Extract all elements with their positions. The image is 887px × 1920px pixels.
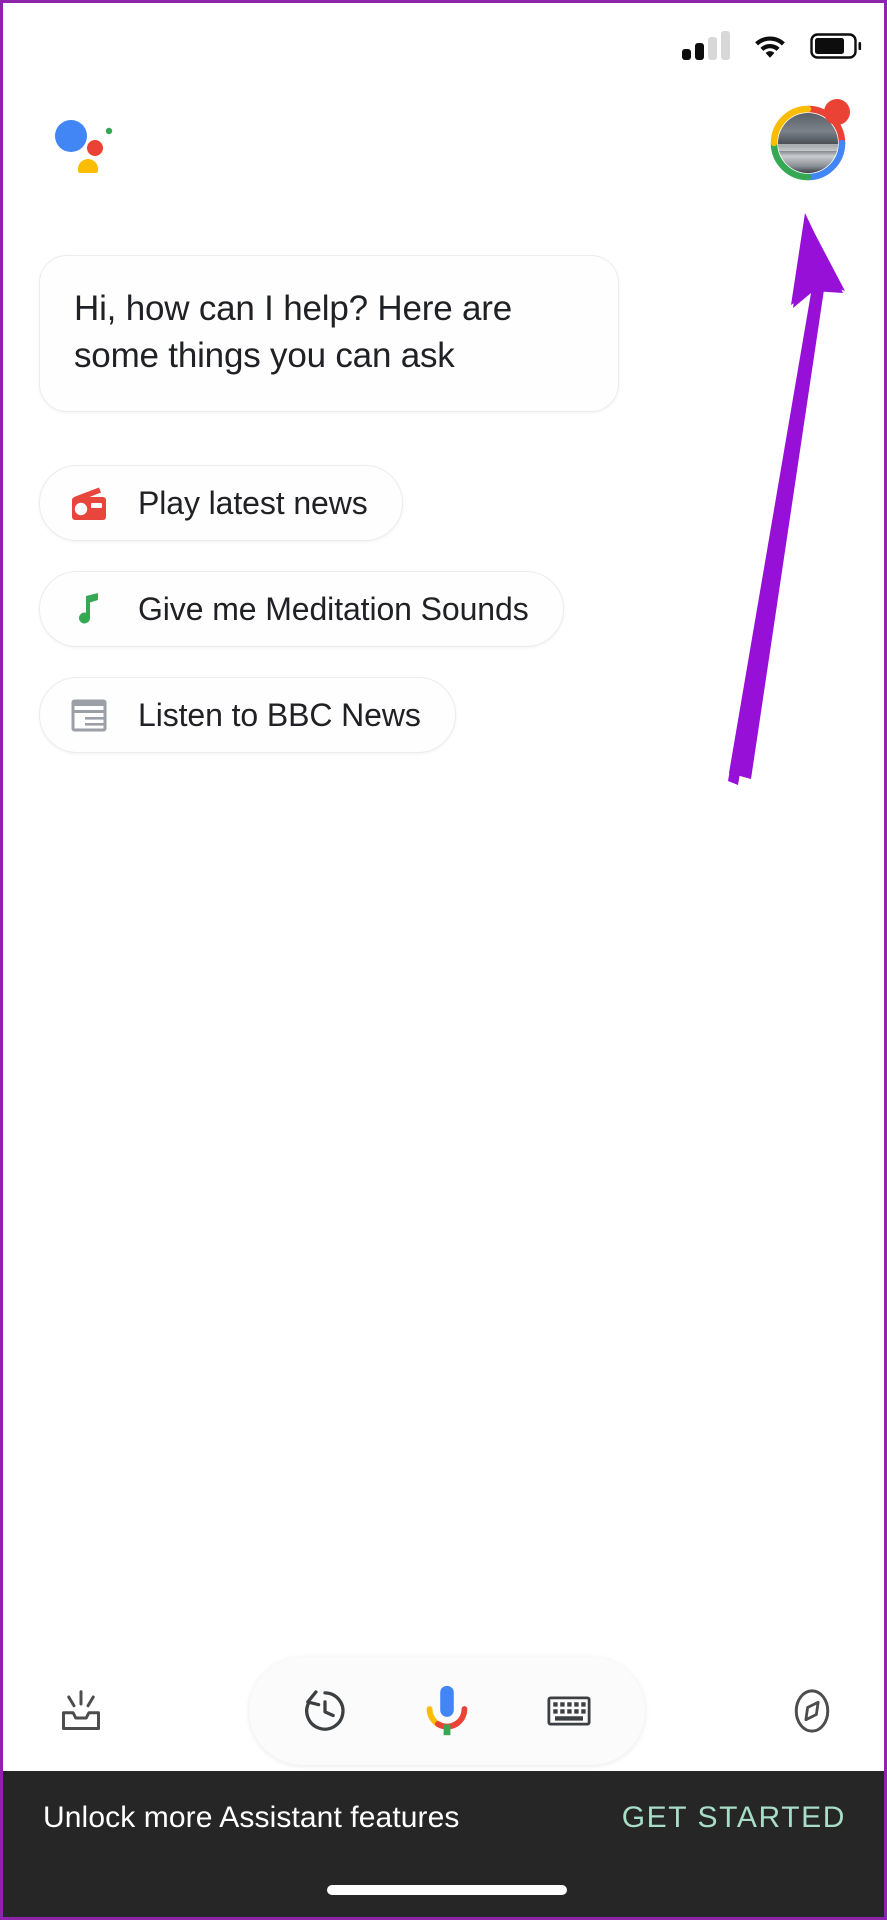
suggestion-chip-play-latest-news[interactable]: Play latest news <box>39 465 403 541</box>
history-clock-icon[interactable] <box>293 1679 357 1743</box>
explore-compass-icon[interactable] <box>780 1679 844 1743</box>
get-started-button[interactable]: GET STARTED <box>622 1801 846 1835</box>
bottom-toolbar <box>3 1651 884 1771</box>
snackbar-message: Unlock more Assistant features <box>43 1801 460 1834</box>
snapshot-inbox-icon[interactable] <box>49 1679 113 1743</box>
radio-icon <box>66 480 112 526</box>
suggestion-chip-label: Play latest news <box>138 484 368 521</box>
assistant-action-pill <box>248 1657 645 1765</box>
greeting-text: Hi, how can I help? Here are some things… <box>74 289 512 375</box>
battery-icon <box>810 33 862 59</box>
cellular-signal-icon <box>682 31 730 60</box>
profile-avatar[interactable] <box>768 99 854 185</box>
status-bar-icons <box>682 31 862 60</box>
suggestion-chip-listen-to-bbc-news[interactable]: Listen to BBC News <box>39 677 456 753</box>
keyboard-icon[interactable] <box>537 1679 601 1743</box>
greeting-card: Hi, how can I help? Here are some things… <box>39 255 619 413</box>
music-note-icon <box>66 586 112 632</box>
newspaper-icon <box>66 692 112 738</box>
status-bar <box>3 3 884 89</box>
suggestion-chip-label: Give me Meditation Sounds <box>138 590 529 627</box>
phone-screen: Hi, how can I help? Here are some things… <box>0 0 887 1920</box>
wifi-icon <box>755 36 785 58</box>
suggestion-chip-list: Play latest news Give me Meditation Soun… <box>39 465 739 783</box>
snackbar: Unlock more Assistant features GET START… <box>3 1771 884 1917</box>
suggestion-chip-label: Listen to BBC News <box>138 696 421 733</box>
google-assistant-logo-icon <box>55 120 113 173</box>
suggestion-chip-give-me-meditation-sounds[interactable]: Give me Meditation Sounds <box>39 571 564 647</box>
google-microphone-icon[interactable] <box>415 1679 479 1743</box>
home-indicator[interactable] <box>326 1885 567 1895</box>
notification-dot-icon <box>824 99 850 125</box>
